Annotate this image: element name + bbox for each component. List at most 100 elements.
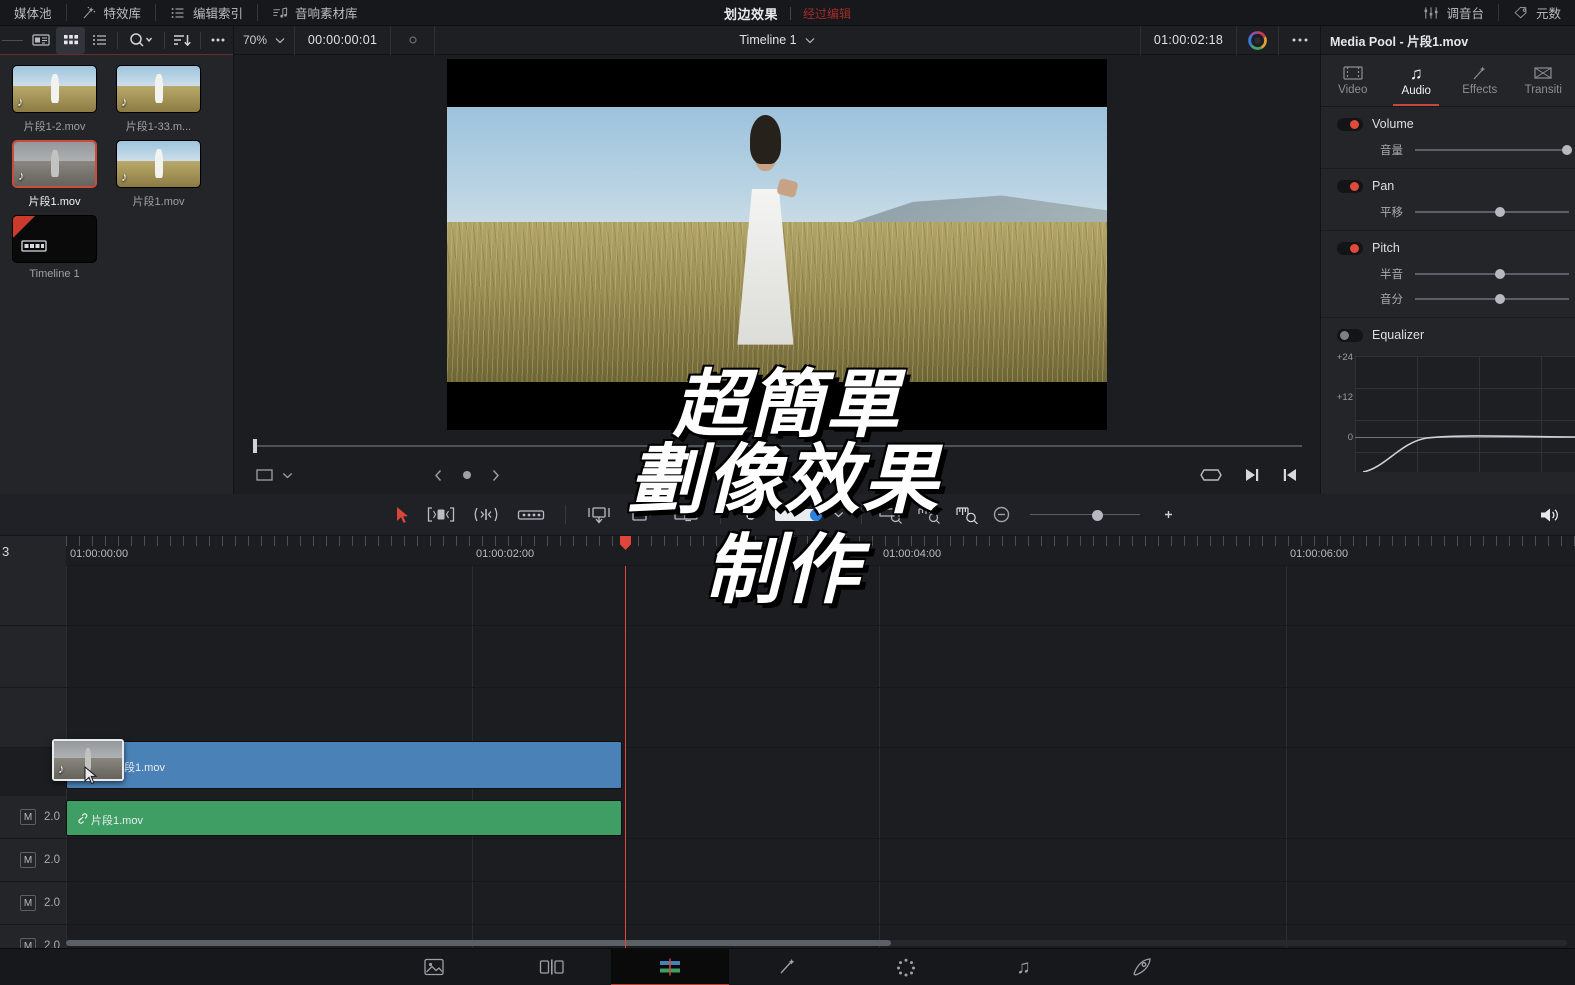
list-view-icon[interactable]: [85, 27, 114, 54]
replace-clip-tool-icon[interactable]: [672, 506, 700, 524]
cents-slider[interactable]: [1415, 293, 1575, 305]
fairlight-page-button[interactable]: ♫: [965, 949, 1083, 985]
audio-track-lane-a1[interactable]: 片段1.mov: [66, 796, 1575, 839]
video-preview-area[interactable]: [234, 55, 1320, 434]
audio-track-header-a2[interactable]: M 2.0: [0, 839, 66, 882]
audio-track-lane-a2[interactable]: [66, 839, 1575, 882]
razor-tool-icon[interactable]: [517, 507, 545, 523]
loop-icon[interactable]: [1200, 468, 1222, 482]
zoom-fit-icon[interactable]: [879, 506, 903, 524]
viewer-scrubber[interactable]: [234, 434, 1320, 456]
color-page-button[interactable]: [847, 949, 965, 985]
media-clip-item[interactable]: ♪ 片段1-2.mov: [12, 65, 104, 134]
timeline-playhead[interactable]: [620, 536, 631, 948]
fusion-page-button[interactable]: [729, 949, 847, 985]
timeline-ruler[interactable]: 3 01:00:00:00 01:00:02:00 01:00:04:00 01…: [0, 536, 1575, 566]
next-keyframe-icon[interactable]: [491, 469, 500, 482]
color-wheel-icon[interactable]: [1236, 25, 1278, 55]
scrubber-playhead[interactable]: [253, 439, 257, 453]
viewer-record-dot[interactable]: [391, 25, 436, 55]
deliver-page-button[interactable]: [1083, 949, 1201, 985]
selection-tool-icon[interactable]: [396, 506, 410, 524]
video-track-header[interactable]: [0, 626, 66, 688]
video-track-lane[interactable]: [66, 566, 1575, 626]
speaker-icon[interactable]: [1539, 506, 1561, 524]
ruler-ticks: [66, 536, 1575, 546]
menu-item-effects-library[interactable]: 特效库: [67, 0, 156, 26]
media-page-button[interactable]: [375, 949, 493, 985]
timeline-panel: 3 01:00:00:00 01:00:02:00 01:00:04:00 01…: [0, 536, 1575, 968]
zoom-out-button[interactable]: [993, 506, 1010, 523]
chevron-down-icon[interactable]: [282, 472, 293, 479]
viewer-source-timecode[interactable]: 00:00:00:01: [295, 25, 392, 55]
audio-track-header-a1[interactable]: M 2.0: [0, 796, 66, 839]
go-to-prev-clip-icon[interactable]: [1282, 468, 1298, 482]
pan-toggle[interactable]: [1337, 179, 1363, 193]
semitone-slider[interactable]: [1415, 268, 1575, 280]
insert-clip-tool-icon[interactable]: [586, 506, 612, 524]
timeline-item[interactable]: Timeline 1: [12, 215, 104, 280]
effects-library-icon: [81, 5, 97, 21]
tab-video[interactable]: Video: [1321, 55, 1385, 106]
mute-button[interactable]: M: [20, 895, 36, 911]
zoom-custom-icon[interactable]: [955, 506, 979, 524]
mute-button[interactable]: M: [20, 809, 36, 825]
snapping-tool-icon[interactable]: [741, 505, 761, 524]
timeline-viewer-panel: 70% 00:00:00:01 Timeline 1 01:00:02:18: [234, 25, 1320, 494]
menu-item-sound-library[interactable]: 音响素材库: [258, 0, 372, 26]
video-track-header[interactable]: [0, 566, 66, 626]
edit-page-button[interactable]: [610, 948, 729, 985]
add-marker-icon[interactable]: [461, 469, 473, 481]
dynamic-trim-tool-icon[interactable]: [472, 506, 500, 523]
metadata-view-icon[interactable]: [27, 27, 56, 54]
pan-slider[interactable]: [1415, 206, 1575, 218]
options-icon[interactable]: [204, 27, 233, 54]
zoom-detail-icon[interactable]: [917, 506, 941, 524]
menu-item-metadata[interactable]: 元数: [1499, 0, 1575, 26]
sort-icon[interactable]: [168, 27, 197, 54]
volume-toggle[interactable]: [1337, 117, 1363, 131]
equalizer-toggle[interactable]: [1337, 328, 1363, 342]
chevron-down-icon[interactable]: [833, 511, 844, 518]
tab-transition[interactable]: Transiti: [1512, 55, 1575, 106]
menu-item-mixer[interactable]: 调音台: [1409, 0, 1498, 26]
eq-axis-24: +24: [1336, 352, 1353, 363]
media-clip-item[interactable]: ♪ 片段1.mov: [116, 140, 208, 209]
media-clip-item-selected[interactable]: ♪ 片段1.mov: [12, 140, 104, 209]
media-clip-item[interactable]: ♪ 片段1-33.m...: [116, 65, 208, 134]
pitch-toggle[interactable]: [1337, 241, 1363, 255]
viewer-zoom-control[interactable]: 70%: [234, 25, 296, 55]
prev-keyframe-icon[interactable]: [434, 469, 443, 482]
cut-page-button[interactable]: [493, 949, 611, 985]
section-header-volume: Volume: [1321, 115, 1575, 133]
volume-slider[interactable]: [1415, 144, 1575, 156]
tab-effects[interactable]: Effects: [1448, 55, 1512, 106]
grid-view-icon[interactable]: [55, 26, 86, 54]
audio-track-lane-a3[interactable]: [66, 882, 1575, 925]
audio-track-header-a3[interactable]: M 2.0: [0, 882, 66, 925]
more-options-icon[interactable]: [1278, 25, 1320, 55]
link-icon: [75, 812, 88, 825]
equalizer-graph-area[interactable]: +24 +12 0: [1321, 344, 1575, 472]
go-to-next-clip-icon[interactable]: [1244, 468, 1260, 482]
timeline-hscrollbar-thumb[interactable]: [66, 940, 891, 946]
tab-label-effects: Effects: [1462, 84, 1498, 96]
mute-button[interactable]: M: [20, 852, 36, 868]
overwrite-clip-tool-icon[interactable]: [629, 506, 655, 524]
aspect-ratio-icon[interactable]: [256, 468, 273, 482]
search-icon[interactable]: [121, 27, 161, 54]
chevron-down-icon: [805, 37, 815, 44]
tab-audio[interactable]: ♫ Audio: [1385, 55, 1449, 106]
trim-edit-tool-icon[interactable]: [427, 506, 455, 523]
timeline-zoom-slider[interactable]: [1030, 509, 1140, 521]
timeline-video-clip-body[interactable]: 片段1.mov: [66, 741, 622, 789]
video-track-lane[interactable]: [66, 626, 1575, 688]
video-track-lane-v1[interactable]: 片段1.mov: [66, 688, 1575, 783]
timeline-view-slider[interactable]: [775, 508, 822, 521]
transport-left-group: [256, 468, 293, 482]
menu-item-edit-index[interactable]: 编辑索引: [156, 0, 257, 26]
zoom-in-button[interactable]: [1160, 506, 1177, 523]
viewer-current-timecode[interactable]: 01:00:02:18: [1140, 25, 1236, 55]
timeline-audio-clip[interactable]: 片段1.mov: [66, 800, 622, 836]
menu-item-media-pool[interactable]: 媒体池: [0, 0, 66, 26]
